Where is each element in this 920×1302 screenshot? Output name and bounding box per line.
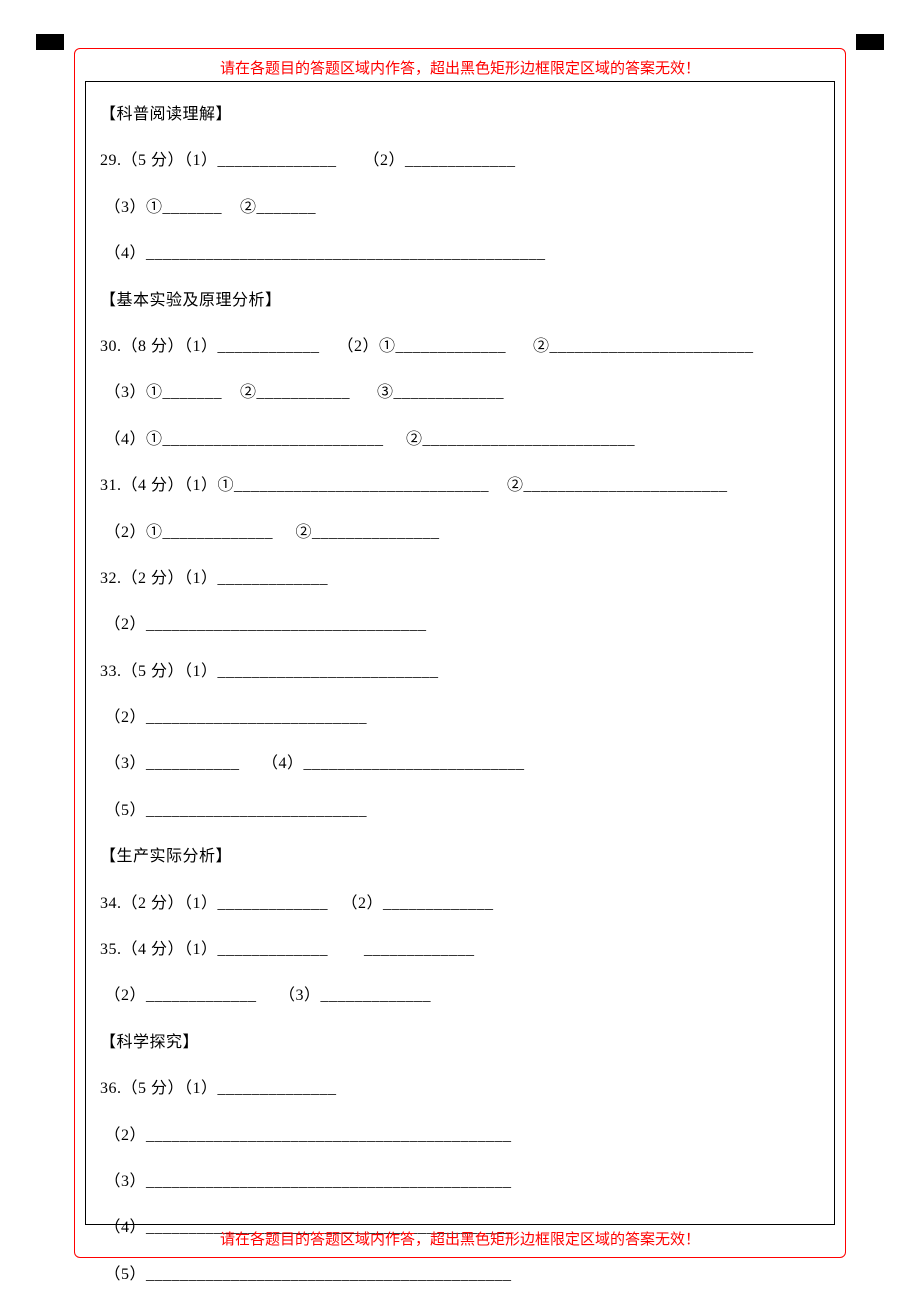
q29-line-1[interactable]: 29.（5 分）（1）______________ （2）___________…	[100, 138, 820, 184]
q34-line-1[interactable]: 34.（2 分）（1）_____________ （2）____________…	[100, 881, 820, 927]
q29-line-3[interactable]: （4）_____________________________________…	[100, 231, 820, 277]
scan-marker-top-right	[856, 34, 884, 50]
section-4-title: 【科学探究】	[100, 1020, 820, 1066]
section-1-title: 【科普阅读理解】	[100, 92, 820, 138]
q32-line-1[interactable]: 32.（2 分）（1）_____________	[100, 556, 820, 602]
q29-line-2[interactable]: （3）①_______ ②_______	[100, 185, 820, 231]
q32-line-2[interactable]: （2）_________________________________	[100, 602, 820, 648]
scan-marker-top-left	[36, 34, 64, 50]
answer-area: 【科普阅读理解】 29.（5 分）（1）______________ （2）__…	[85, 81, 835, 1225]
q31-line-1[interactable]: 31.（4 分）（1）①____________________________…	[100, 463, 820, 509]
section-3-title: 【生产实际分析】	[100, 834, 820, 880]
q33-line-4[interactable]: （5）__________________________	[100, 788, 820, 834]
section-2-title: 【基本实验及原理分析】	[100, 278, 820, 324]
q36-line-1[interactable]: 36.（5 分）（1）______________	[100, 1066, 820, 1112]
warning-top: 请在各题目的答题区域内作答，超出黑色矩形边框限定区域的答案无效！	[75, 57, 845, 78]
q30-line-1[interactable]: 30.（8 分）（1）____________ （2）①____________…	[100, 324, 820, 370]
q36-line-3[interactable]: （3）_____________________________________…	[100, 1159, 820, 1205]
q35-line-2[interactable]: （2）_____________ （3）_____________	[100, 973, 820, 1019]
q33-line-2[interactable]: （2）__________________________	[100, 695, 820, 741]
q31-line-2[interactable]: （2）①_____________ ②_______________	[100, 510, 820, 556]
page-frame: 请在各题目的答题区域内作答，超出黑色矩形边框限定区域的答案无效！ 【科普阅读理解…	[74, 48, 846, 1258]
q33-line-3[interactable]: （3）___________ （4）______________________…	[100, 741, 820, 787]
q36-line-5[interactable]: （5）_____________________________________…	[100, 1252, 820, 1298]
q30-line-2[interactable]: （3）①_______ ②___________ ③_____________	[100, 370, 820, 416]
q33-line-1[interactable]: 33.（5 分）（1）__________________________	[100, 649, 820, 695]
q35-line-1[interactable]: 35.（4 分）（1）_____________ _____________	[100, 927, 820, 973]
q36-line-2[interactable]: （2）_____________________________________…	[100, 1113, 820, 1159]
warning-bottom: 请在各题目的答题区域内作答，超出黑色矩形边框限定区域的答案无效！	[75, 1228, 845, 1249]
q30-line-3[interactable]: （4）①__________________________ ②________…	[100, 417, 820, 463]
